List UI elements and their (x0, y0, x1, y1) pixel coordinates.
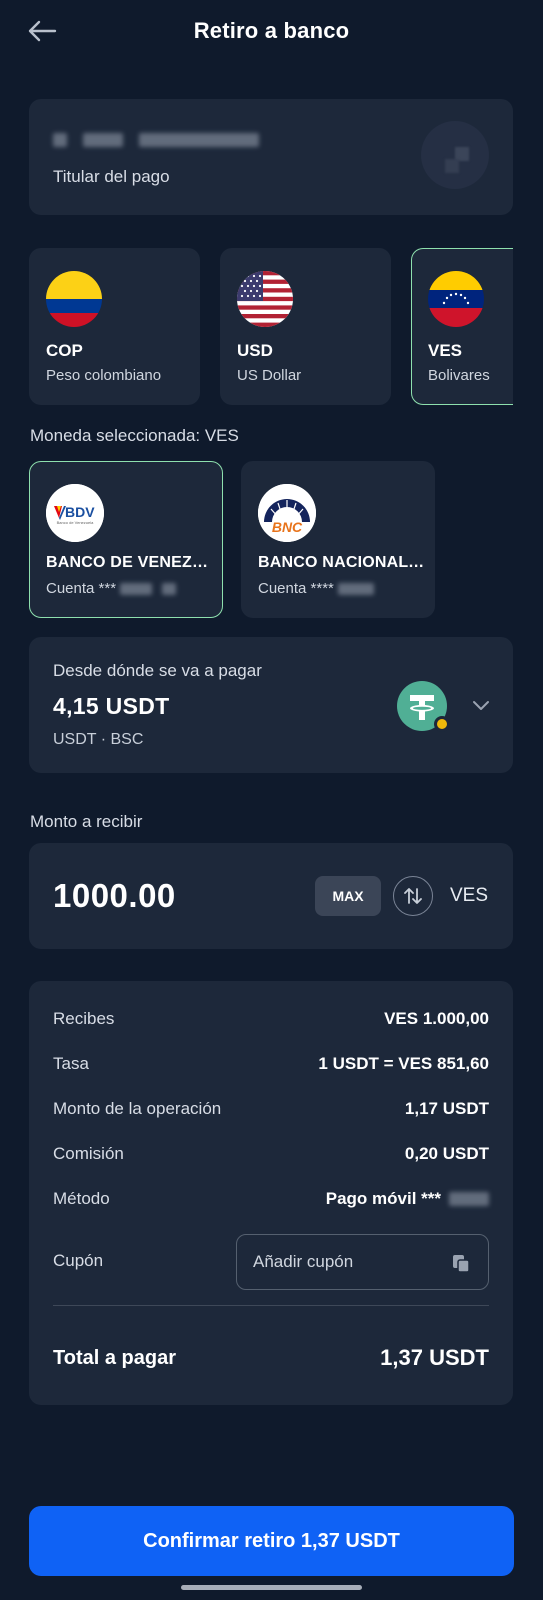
coupon-input[interactable]: Añadir cupón (236, 1234, 489, 1290)
currency-code: COP (46, 341, 83, 360)
holder-name-redacted (53, 133, 259, 147)
currency-card-usd[interactable]: USD US Dollar (220, 248, 391, 405)
holder-label: Titular del pago (53, 167, 170, 186)
summary-row-coupon: Cupón (53, 1251, 103, 1271)
svg-text:Banco de Venezuela: Banco de Venezuela (57, 520, 94, 525)
page-title: Retiro a banco (193, 18, 350, 43)
summary-card: Recibes VES 1.000,00 Tasa 1 USDT = VES 8… (29, 981, 513, 1405)
bank-name: BANCO DE VENEZUELA (46, 554, 216, 571)
summary-key: Tasa (53, 1054, 89, 1073)
coupon-placeholder: Añadir cupón (253, 1252, 354, 1271)
usa-flag-icon (237, 271, 293, 327)
summary-key: Método (53, 1189, 110, 1208)
amount-currency: VES (450, 885, 489, 906)
confirm-withdrawal-button[interactable]: Confirmar retiro 1,37 USDT (29, 1506, 514, 1576)
currency-card-ves[interactable]: VES Bolivares (411, 248, 513, 405)
summary-row-fee: Comisión 0,20 USDT (53, 1144, 489, 1164)
summary-value: 1,17 USDT (404, 1099, 489, 1118)
bsc-network-icon (434, 716, 450, 732)
payment-holder-card: Titular del pago (29, 99, 513, 215)
amount-to-receive-label: Monto a recibir (30, 812, 143, 831)
bank-card-bdv[interactable]: BDV Banco de Venezuela BANCO DE VENEZUEL… (29, 461, 223, 618)
home-indicator (181, 1585, 362, 1590)
summary-value: Pago móvil *** (325, 1189, 441, 1208)
bank-account-prefix: Cuenta **** (258, 580, 334, 597)
payment-source-network: USDT · BSC (53, 731, 144, 748)
currency-name: Bolivares (428, 367, 490, 384)
payment-source-label: Desde dónde se va a pagar (53, 661, 262, 680)
summary-row-method: Método Pago móvil *** (53, 1189, 489, 1209)
payment-source-card[interactable]: Desde dónde se va a pagar 4,15 USDT USDT… (29, 637, 513, 773)
venezuela-flag-icon (428, 271, 484, 327)
svg-text:BNC: BNC (272, 519, 303, 535)
paste-icon[interactable] (450, 1252, 472, 1274)
coupon-label: Cupón (53, 1251, 104, 1270)
currency-code: USD (237, 341, 273, 360)
swap-currency-button[interactable] (393, 876, 433, 916)
bank-name: BANCO NACIONAL DE CREDITO (258, 554, 428, 571)
bank-account: Cuenta *** (46, 580, 177, 597)
summary-row-receive: Recibes VES 1.000,00 (53, 1009, 489, 1029)
amount-input-card[interactable]: 1000.00 MAX VES (29, 843, 513, 949)
summary-key: Monto de la operación (53, 1099, 222, 1118)
swap-icon (404, 888, 422, 904)
total-value: 1,37 USDT (380, 1345, 489, 1370)
summary-value: 0,20 USDT (404, 1144, 489, 1163)
summary-divider (53, 1305, 489, 1306)
chevron-down-icon[interactable] (469, 693, 493, 717)
colombia-flag-icon (46, 271, 102, 327)
max-button[interactable]: MAX (315, 876, 381, 916)
avatar (421, 121, 489, 189)
summary-key: Recibes (53, 1009, 115, 1028)
summary-key: Comisión (53, 1144, 124, 1163)
payment-source-amount: 4,15 USDT (53, 693, 170, 719)
total-label: Total a pagar (53, 1347, 176, 1369)
currency-code: VES (428, 341, 463, 360)
currency-card-cop[interactable]: COP Peso colombiano (29, 248, 200, 405)
amount-input[interactable]: 1000.00 (53, 877, 176, 915)
withdraw-to-bank-screen: Retiro a banco Titular del pago COP Peso… (0, 0, 543, 1600)
selected-currency-label: Moneda seleccionada: VES (30, 426, 239, 445)
currency-name: Peso colombiano (46, 367, 162, 384)
bdv-logo-icon: BDV Banco de Venezuela (46, 484, 104, 542)
bank-card-bnc[interactable]: BNC BANCO NACIONAL DE CREDITO Cuenta ***… (241, 461, 435, 618)
svg-text:BDV: BDV (65, 504, 95, 520)
bnc-logo-icon: BNC (258, 484, 316, 542)
bank-account-prefix: Cuenta *** (46, 580, 117, 597)
summary-row-rate: Tasa 1 USDT = VES 851,60 (53, 1054, 489, 1074)
summary-value: VES 1.000,00 (384, 1009, 489, 1028)
currency-name: US Dollar (237, 367, 302, 384)
bank-account: Cuenta **** (258, 580, 374, 597)
summary-row-operation-amount: Monto de la operación 1,17 USDT (53, 1099, 489, 1119)
summary-value: 1 USDT = VES 851,60 (318, 1054, 489, 1073)
